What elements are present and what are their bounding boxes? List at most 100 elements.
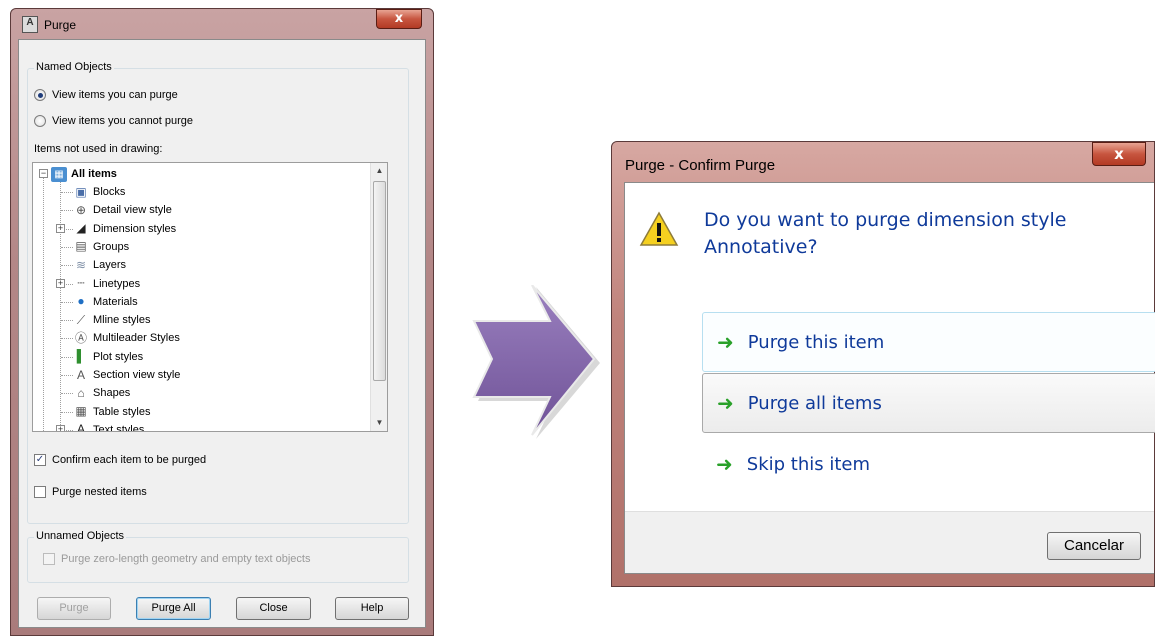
- blocks-icon: ▣: [75, 184, 87, 199]
- purge-nested-label: Purge nested items: [52, 486, 147, 498]
- plot-styles-icon: ▌: [76, 349, 86, 364]
- tree-item[interactable]: ▦ Table styles: [73, 403, 150, 421]
- scroll-up-icon[interactable]: ▲: [371, 163, 387, 179]
- tree-item[interactable]: ● Materials: [73, 293, 138, 311]
- layers-icon: ≋: [75, 257, 87, 272]
- tree-item[interactable]: ⟋ Mline styles: [73, 311, 151, 329]
- text-styles-icon: A: [76, 422, 85, 432]
- tree-item-label: Linetypes: [93, 277, 141, 290]
- purge-title-bar[interactable]: A Purge x: [18, 9, 426, 39]
- tree-item-label: Text styles: [93, 423, 145, 432]
- tree-item-label: Dimension styles: [93, 222, 177, 235]
- tree-item-label: Shapes: [93, 387, 131, 400]
- tree-item[interactable]: ◢ Dimension styles: [73, 220, 176, 238]
- green-arrow-icon: ➜: [717, 391, 734, 415]
- tree-root-label: All items: [71, 168, 117, 180]
- purge-all-items-label: Purge all items: [747, 392, 882, 414]
- confirm-dialog-title: Purge - Confirm Purge: [625, 157, 776, 174]
- skip-this-item-link[interactable]: ➜ Skip this item: [702, 434, 1155, 494]
- expand-icon[interactable]: +: [56, 223, 65, 233]
- scroll-down-icon[interactable]: ▼: [371, 415, 387, 431]
- tree-item[interactable]: ▤ Groups: [73, 238, 129, 256]
- cancel-button[interactable]: Cancelar: [1047, 532, 1141, 560]
- zero-length-label: Purge zero-length geometry and empty tex…: [61, 553, 311, 565]
- tree-item[interactable]: A Section view style: [73, 366, 180, 384]
- purge-this-item-link[interactable]: ➜ Purge this item: [702, 312, 1155, 372]
- tree-item[interactable]: ⌂ Shapes: [73, 384, 130, 402]
- scroll-thumb[interactable]: [373, 181, 386, 381]
- items-not-used-label: Items not used in drawing:: [34, 143, 163, 155]
- mline-styles-icon: ⟋: [76, 312, 86, 327]
- green-arrow-icon: ➜: [716, 452, 733, 476]
- purge-button[interactable]: Purge: [37, 597, 111, 620]
- tree-item-label: Section view style: [93, 369, 181, 381]
- purge-nested-row[interactable]: Purge nested items: [34, 486, 147, 498]
- view-can-purge-radio-row[interactable]: View items you can purge: [34, 89, 178, 101]
- purge-all-items-link[interactable]: ➜ Purge all items: [702, 373, 1155, 433]
- tree-item[interactable]: Ⓐ Multileader Styles: [73, 329, 180, 347]
- view-can-purge-radio[interactable]: [34, 89, 46, 101]
- zero-length-checkbox: [43, 553, 55, 565]
- tree-item-label: Layers: [93, 259, 127, 272]
- view-can-purge-label: View items you can purge: [52, 89, 178, 101]
- all-items-icon: ▦: [51, 166, 67, 182]
- purge-items-tree[interactable]: − ▦ All items ▣ Blocks ⊕ Detail view style +…: [32, 162, 388, 432]
- skip-this-item-label: Skip this item: [746, 453, 870, 475]
- tree-item[interactable]: ┄ Linetypes: [73, 275, 140, 293]
- shapes-icon: ⌂: [77, 385, 85, 400]
- tree-item-label: Materials: [93, 295, 138, 308]
- dimension-styles-icon: ◢: [76, 221, 86, 236]
- materials-icon: ●: [77, 294, 85, 309]
- green-arrow-icon: ➜: [717, 330, 734, 354]
- tree-item[interactable]: ▌ Plot styles: [73, 348, 143, 366]
- tree-root-all-items[interactable]: ▦ All items: [51, 165, 117, 183]
- collapse-all-items-icon[interactable]: −: [39, 169, 48, 178]
- confirm-question: Do you want to purge dimension style Ann…: [704, 209, 1067, 258]
- tree-item[interactable]: ▣ Blocks: [73, 183, 125, 201]
- confirm-footer: Cancelar: [625, 511, 1154, 573]
- warning-icon: [639, 211, 679, 246]
- tree-item-label: Table styles: [93, 405, 151, 418]
- table-styles-icon: ▦: [75, 404, 87, 419]
- confirm-each-checkbox[interactable]: ✓: [34, 454, 46, 466]
- named-objects-label: Named Objects: [34, 61, 114, 73]
- tree-item[interactable]: ⊕ Detail view style: [73, 201, 172, 219]
- purge-this-item-label: Purge this item: [747, 331, 885, 353]
- purge-all-button[interactable]: Purge All: [136, 597, 211, 620]
- multileader-styles-icon: Ⓐ: [74, 330, 87, 345]
- expand-icon[interactable]: +: [56, 278, 65, 288]
- close-button[interactable]: Close: [236, 597, 311, 620]
- purge-dialog-title: Purge: [44, 18, 77, 32]
- autocad-app-icon: A: [22, 16, 38, 33]
- tree-item-label: Detail view style: [93, 204, 172, 217]
- purge-close-icon[interactable]: x: [376, 9, 422, 29]
- tree-item[interactable]: A Text styles: [73, 421, 145, 432]
- confirm-close-icon[interactable]: x: [1092, 142, 1146, 166]
- tree-item-label: Blocks: [93, 186, 126, 198]
- purge-dialog-body: Named Objects View items you can purge V…: [18, 39, 426, 628]
- view-cannot-purge-label: View items you cannot purge: [52, 115, 194, 127]
- view-cannot-purge-radio-row[interactable]: View items you cannot purge: [34, 115, 193, 127]
- confirm-dialog-body: Do you want to purge dimension style Ann…: [624, 182, 1155, 574]
- tree-item-label: Groups: [93, 240, 130, 253]
- tree-item-label: Plot styles: [93, 350, 144, 363]
- help-button[interactable]: Help: [335, 597, 409, 620]
- zero-length-row: Purge zero-length geometry and empty tex…: [43, 553, 310, 565]
- tree-vertical-scrollbar[interactable]: ▲ ▼: [370, 163, 387, 431]
- tree-item[interactable]: ≋ Layers: [73, 256, 126, 274]
- purge-nested-checkbox[interactable]: [34, 486, 46, 498]
- linetypes-icon: ┄: [77, 276, 85, 290]
- right-arrow-icon: [472, 285, 600, 439]
- detail-view-style-icon: ⊕: [75, 202, 87, 217]
- expand-icon[interactable]: +: [56, 424, 65, 431]
- purge-dialog: A Purge x Named Objects View items you c…: [10, 8, 434, 636]
- confirm-each-row[interactable]: ✓ Confirm each item to be purged: [34, 454, 206, 466]
- confirm-purge-dialog: Purge - Confirm Purge x Do you want to p…: [611, 141, 1155, 587]
- groups-icon: ▤: [75, 239, 87, 254]
- unnamed-objects-label: Unnamed Objects: [34, 530, 127, 542]
- tree-item-label: Multileader Styles: [93, 332, 180, 345]
- view-cannot-purge-radio[interactable]: [34, 115, 46, 127]
- tree-item-label: Mline styles: [93, 314, 151, 327]
- section-view-style-icon: A: [76, 367, 85, 382]
- confirm-each-label: Confirm each item to be purged: [52, 454, 207, 466]
